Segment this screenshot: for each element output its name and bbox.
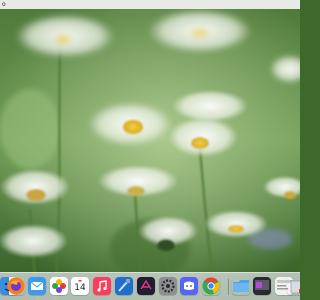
- settings-icon[interactable]: [159, 277, 177, 295]
- calendar-day: 14: [74, 283, 86, 293]
- title-bar: o: [0, 0, 300, 9]
- photos-icon[interactable]: [50, 277, 68, 295]
- dock: ▬ 14: [0, 272, 300, 300]
- firefox-icon[interactable]: [7, 277, 25, 295]
- window-title: o: [2, 1, 6, 8]
- chrome-icon[interactable]: [202, 277, 220, 295]
- xcode-icon[interactable]: [115, 277, 133, 295]
- desktop: o ▬ 14: [0, 0, 300, 300]
- dock-separator: [228, 279, 229, 295]
- calendar-icon[interactable]: ▬ 14: [71, 277, 89, 295]
- music-icon[interactable]: [93, 277, 111, 295]
- window-thumbnail-1-icon[interactable]: [253, 277, 271, 295]
- wallpaper-daisies: [0, 9, 300, 300]
- trash-icon[interactable]: [287, 277, 300, 295]
- discord-icon[interactable]: [180, 277, 198, 295]
- mail-icon[interactable]: [28, 277, 46, 295]
- app-store-icon[interactable]: [137, 277, 155, 295]
- downloads-folder-icon[interactable]: [232, 277, 250, 295]
